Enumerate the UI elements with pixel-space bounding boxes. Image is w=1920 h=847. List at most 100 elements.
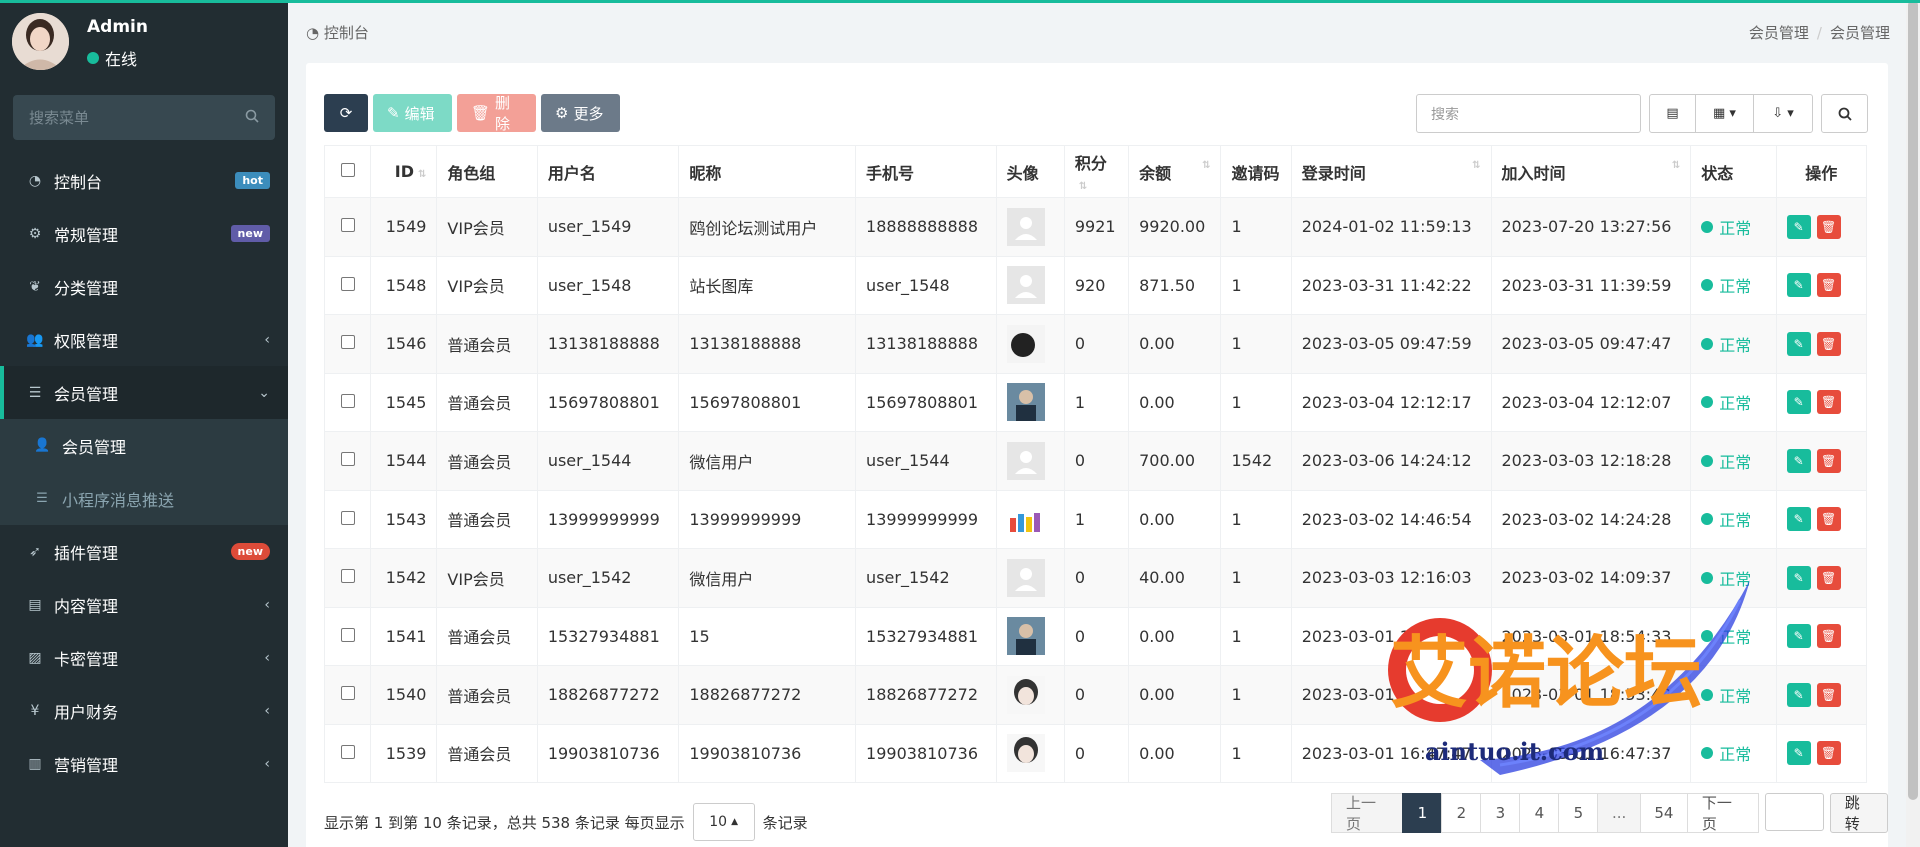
row-delete-button[interactable]: 🗑 — [1816, 214, 1841, 239]
avatar[interactable] — [12, 13, 69, 70]
sidebar-item-member[interactable]: ☰ 会员管理 ⌄ — [0, 366, 288, 419]
col-score[interactable]: 积分 ⇅ — [1063, 145, 1130, 198]
page-next[interactable]: 下一页 — [1686, 793, 1760, 833]
user-avatar-thumb[interactable] — [1006, 324, 1045, 363]
toggle-view-button[interactable]: ▤ — [1650, 95, 1696, 132]
page-4[interactable]: 4 — [1519, 793, 1560, 833]
col-login-time[interactable]: 登录时间 ⇅ — [1290, 145, 1492, 198]
status-badge[interactable]: 正常 — [1701, 683, 1765, 707]
page-jump-button[interactable]: 跳转 — [1829, 793, 1889, 833]
table-row[interactable]: 1546 普通会员 13138188888 13138188888 1313818888… — [323, 314, 1868, 374]
table-row[interactable]: 1543 普通会员 13999999999 13999999999 1399999999… — [323, 489, 1868, 549]
status-badge[interactable]: 正常 — [1701, 566, 1765, 590]
page-scrollbar[interactable] — [1906, 0, 1920, 847]
breadcrumb-item[interactable]: 会员管理 — [1749, 24, 1809, 42]
status-badge[interactable]: 正常 — [1701, 507, 1765, 531]
row-checkbox[interactable] — [340, 744, 355, 759]
status-badge[interactable]: 正常 — [1701, 390, 1765, 414]
row-checkbox[interactable] — [340, 393, 355, 408]
col-join-time[interactable]: 加入时间 ⇅ — [1490, 145, 1692, 198]
row-edit-button[interactable]: ✎ — [1786, 682, 1811, 707]
table-row[interactable]: 1540 普通会员 18826877272 18826877272 1882687727… — [323, 665, 1868, 725]
sidebar-item-finance[interactable]: ¥ 用户财务 ‹ — [0, 684, 288, 737]
row-delete-button[interactable]: 🗑 — [1816, 273, 1841, 298]
page-prev[interactable]: 上一页 — [1331, 793, 1404, 833]
sidebar-subitem-member[interactable]: 👤 会员管理 — [0, 419, 288, 472]
table-row[interactable]: 1544 普通会员 user_1544 微信用户 user_1544 0 700.00 154… — [323, 431, 1868, 491]
row-edit-button[interactable]: ✎ — [1786, 448, 1811, 473]
row-edit-button[interactable]: ✎ — [1786, 624, 1811, 649]
row-delete-button[interactable]: 🗑 — [1816, 507, 1841, 532]
user-avatar-thumb[interactable] — [1006, 617, 1045, 656]
user-avatar-thumb[interactable] — [1006, 207, 1045, 246]
row-delete-button[interactable]: 🗑 — [1816, 682, 1841, 707]
status-badge[interactable]: 正常 — [1701, 624, 1765, 648]
status-badge[interactable]: 正常 — [1701, 741, 1765, 765]
row-checkbox[interactable] — [340, 276, 355, 291]
edit-button[interactable]: ✎ 编辑 — [373, 94, 452, 132]
export-button[interactable]: ⇩ ▾ — [1754, 95, 1812, 132]
page-5[interactable]: 5 — [1558, 793, 1599, 833]
page-1[interactable]: 1 — [1402, 793, 1443, 833]
sidebar-item-general[interactable]: ⚙ 常规管理 new — [0, 207, 288, 260]
page-2[interactable]: 2 — [1441, 793, 1482, 833]
status-badge[interactable]: 正常 — [1701, 215, 1765, 239]
delete-button[interactable]: 🗑 删除 — [457, 94, 536, 133]
table-row[interactable]: 1541 普通会员 15327934881 15 15327934881 0 0.00 1 20… — [323, 606, 1868, 666]
sidebar-item-category[interactable]: ❦ 分类管理 — [0, 260, 288, 313]
row-edit-button[interactable]: ✎ — [1786, 331, 1811, 356]
sidebar-item-marketing[interactable]: ▥ 营销管理 ‹ — [0, 737, 288, 790]
row-checkbox[interactable] — [340, 569, 355, 584]
page-3[interactable]: 3 — [1480, 793, 1521, 833]
page-size-select[interactable]: 10 ▲ — [692, 803, 755, 841]
row-checkbox[interactable] — [340, 452, 355, 467]
col-id[interactable]: ID ⇅ — [370, 145, 438, 198]
row-edit-button[interactable]: ✎ — [1786, 390, 1811, 415]
row-delete-button[interactable]: 🗑 — [1816, 331, 1841, 356]
user-avatar-thumb[interactable] — [1006, 266, 1045, 305]
select-all-checkbox[interactable] — [340, 163, 355, 177]
user-avatar-thumb[interactable] — [1006, 441, 1045, 480]
sidebar-item-content[interactable]: ▤ 内容管理 ‹ — [0, 578, 288, 631]
search-icon[interactable] — [245, 109, 259, 127]
table-row[interactable]: 1548 VIP会员 user_1548 站长图库 user_1548 920 871.50… — [323, 255, 1868, 315]
row-edit-button[interactable]: ✎ — [1786, 214, 1811, 239]
row-delete-button[interactable]: 🗑 — [1816, 565, 1841, 590]
status-badge[interactable]: 正常 — [1701, 449, 1765, 473]
columns-button[interactable]: ▦ ▾ — [1696, 95, 1754, 132]
more-button[interactable]: ⚙ 更多 — [541, 94, 620, 132]
sidebar-search-input[interactable]: 搜索菜单 — [13, 95, 275, 140]
table-row[interactable]: 1542 VIP会员 user_1542 微信用户 user_1542 0 40.00 1 20… — [323, 548, 1868, 608]
row-checkbox[interactable] — [340, 627, 355, 642]
sidebar-item-auth[interactable]: 👥 权限管理 ‹ — [0, 313, 288, 366]
sidebar-item-dashboard[interactable]: ◔ 控制台 hot — [0, 154, 288, 207]
row-edit-button[interactable]: ✎ — [1786, 273, 1811, 298]
row-edit-button[interactable]: ✎ — [1786, 565, 1811, 590]
row-delete-button[interactable]: 🗑 — [1816, 741, 1841, 766]
user-avatar-thumb[interactable] — [1006, 675, 1045, 714]
row-checkbox[interactable] — [340, 510, 355, 525]
breadcrumb-home[interactable]: ◔ 控制台 — [306, 22, 369, 43]
advanced-search-button[interactable] — [1821, 94, 1868, 133]
row-delete-button[interactable]: 🗑 — [1816, 390, 1841, 415]
row-checkbox[interactable] — [340, 335, 355, 350]
refresh-button[interactable]: ⟳ — [324, 94, 368, 132]
status-badge[interactable]: 正常 — [1701, 332, 1765, 356]
col-money[interactable]: 余额 ⇅ — [1128, 145, 1222, 198]
table-row[interactable]: 1539 普通会员 19903810736 19903810736 1990381073… — [323, 723, 1868, 783]
page-jump-input[interactable] — [1765, 793, 1824, 831]
sidebar-item-card[interactable]: ▨ 卡密管理 ‹ — [0, 631, 288, 684]
sidebar-item-plugin[interactable]: ➶ 插件管理 new — [0, 525, 288, 578]
row-edit-button[interactable]: ✎ — [1786, 741, 1811, 766]
scrollbar-thumb[interactable] — [1908, 0, 1918, 800]
user-avatar-thumb[interactable] — [1006, 734, 1045, 773]
row-delete-button[interactable]: 🗑 — [1816, 624, 1841, 649]
table-search-input[interactable]: 搜索 — [1416, 94, 1641, 133]
row-checkbox[interactable] — [340, 218, 355, 233]
table-row[interactable]: 1545 普通会员 15697808801 15697808801 1569780880… — [323, 372, 1868, 432]
status-badge[interactable]: 正常 — [1701, 273, 1765, 297]
table-row[interactable]: 1549 VIP会员 user_1549 鸥创论坛测试用户 18888888888 992… — [323, 197, 1868, 257]
user-avatar-thumb[interactable] — [1006, 500, 1045, 539]
row-checkbox[interactable] — [340, 686, 355, 701]
user-avatar-thumb[interactable] — [1006, 383, 1045, 422]
